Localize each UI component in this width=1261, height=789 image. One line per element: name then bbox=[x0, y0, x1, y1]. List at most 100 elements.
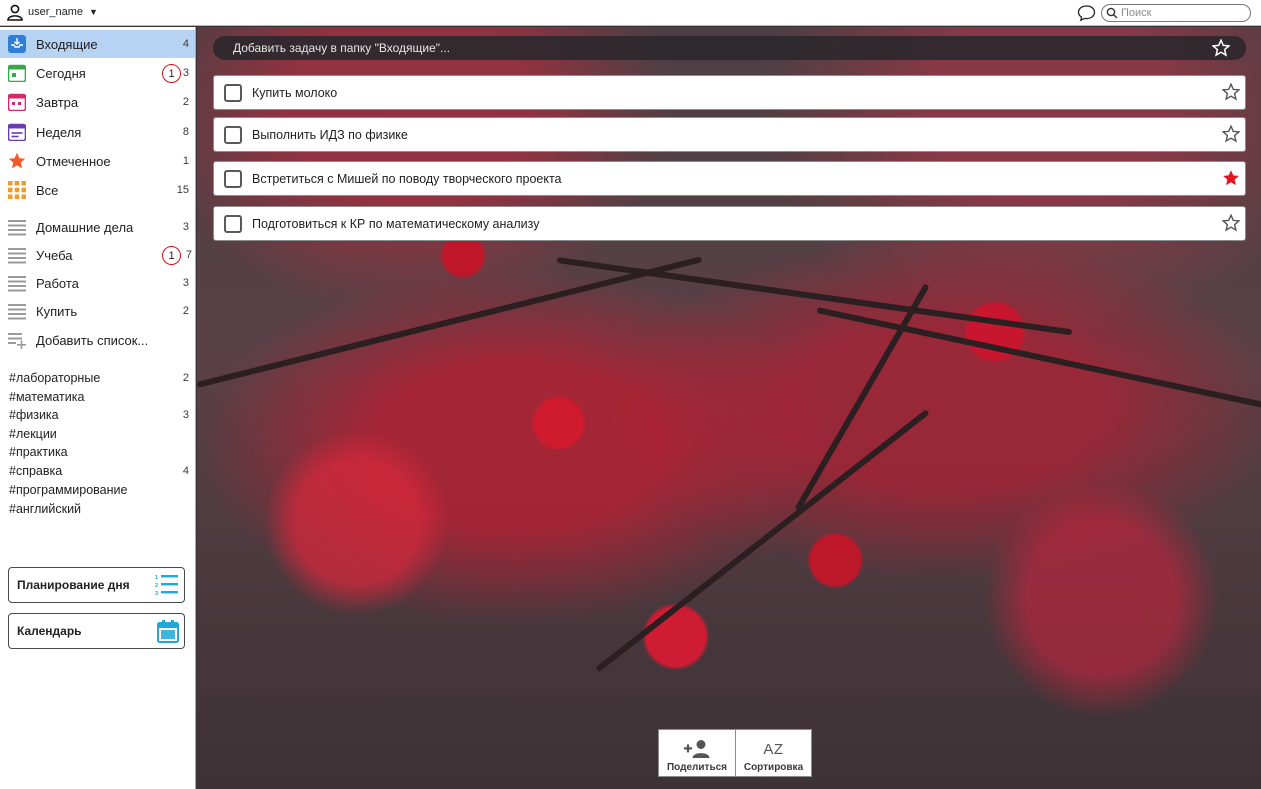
item-count: 2 bbox=[182, 305, 189, 317]
background-branch bbox=[197, 256, 703, 388]
task-row[interactable]: Подготовиться к КР по математическому ан… bbox=[213, 206, 1246, 241]
sidebar-item-list-study[interactable]: Учеба 1 7 bbox=[0, 241, 195, 269]
tag-item[interactable]: #справка 4 bbox=[9, 462, 195, 480]
task-title: Подготовиться к КР по математическому ан… bbox=[252, 216, 540, 231]
add-person-icon bbox=[684, 740, 710, 758]
star-outline-icon[interactable] bbox=[1222, 125, 1240, 143]
tag-count: 3 bbox=[182, 409, 189, 421]
search-icon bbox=[1106, 7, 1118, 19]
item-count: 1 bbox=[182, 155, 189, 167]
item-count: 4 bbox=[182, 38, 189, 50]
svg-text:2: 2 bbox=[155, 583, 158, 589]
tag-label: #физика bbox=[9, 408, 59, 422]
sidebar-item-label: Домашние дела bbox=[36, 219, 134, 235]
task-row[interactable]: Встретиться с Мишей по поводу творческог… bbox=[213, 161, 1246, 196]
sidebar-item-label: Учеба bbox=[36, 247, 73, 263]
sidebar-item-today[interactable]: Сегодня 1 3 bbox=[0, 59, 195, 87]
overdue-badge: 1 bbox=[162, 64, 181, 83]
sidebar-item-label: Входящие bbox=[36, 36, 98, 52]
background-branch bbox=[556, 257, 1073, 336]
sidebar-item-label: Купить bbox=[36, 303, 78, 319]
item-count: 2 bbox=[182, 96, 189, 108]
sidebar-item-label: Работа bbox=[36, 275, 79, 291]
day-planning-label: Планирование дня bbox=[17, 578, 130, 592]
task-area: Добавить задачу в папку "Входящие"... Ку… bbox=[197, 27, 1261, 789]
item-count: 3 bbox=[182, 277, 189, 289]
tag-item[interactable]: #практика bbox=[9, 443, 195, 461]
item-count: 3 bbox=[182, 67, 189, 79]
task-title: Купить молоко bbox=[252, 85, 338, 100]
list-icon bbox=[8, 220, 26, 236]
svg-text:1: 1 bbox=[155, 575, 158, 581]
tag-item[interactable]: #лабораторные 2 bbox=[9, 369, 195, 387]
tag-item[interactable]: #программирование bbox=[9, 481, 195, 499]
item-count: 7 bbox=[185, 249, 192, 261]
user-name: user_name bbox=[28, 6, 84, 18]
task-row[interactable]: Купить молоко bbox=[213, 75, 1246, 110]
sort-az-icon: AZ bbox=[763, 741, 784, 758]
tag-label: #математика bbox=[9, 390, 85, 404]
tag-count: 4 bbox=[182, 465, 189, 477]
user-menu[interactable]: user_name ▼ bbox=[6, 3, 98, 21]
tag-item[interactable]: #английский bbox=[9, 500, 195, 518]
sidebar-item-label: Сегодня bbox=[36, 65, 86, 81]
item-count: 3 bbox=[182, 221, 189, 233]
inbox-icon bbox=[8, 35, 26, 53]
share-button[interactable]: Поделиться bbox=[658, 729, 736, 777]
day-planning-button[interactable]: Планирование дня 1 2 3 bbox=[8, 567, 185, 603]
task-checkbox[interactable] bbox=[224, 215, 242, 233]
calendar-week-icon bbox=[8, 123, 26, 141]
sidebar-item-inbox[interactable]: Входящие 4 bbox=[0, 30, 195, 58]
tag-label: #лабораторные bbox=[9, 371, 101, 385]
star-icon bbox=[8, 152, 26, 169]
star-icon[interactable] bbox=[1212, 39, 1230, 57]
list-icon bbox=[8, 276, 26, 292]
search-input[interactable] bbox=[1121, 7, 1246, 19]
chat-icon[interactable] bbox=[1077, 4, 1096, 22]
add-list-button[interactable]: Добавить список... bbox=[0, 326, 195, 354]
tag-item[interactable]: #физика 3 bbox=[9, 406, 195, 424]
sidebar-item-list-work[interactable]: Работа 3 bbox=[0, 269, 195, 297]
sidebar-item-tomorrow[interactable]: Завтра 2 bbox=[0, 88, 195, 116]
bottom-toolbar: Поделиться AZ Сортировка bbox=[658, 729, 812, 777]
sidebar-item-label: Все bbox=[36, 182, 59, 198]
sidebar-item-all[interactable]: Все 15 bbox=[0, 176, 195, 204]
tag-label: #лекции bbox=[9, 427, 57, 441]
sidebar-item-week[interactable]: Неделя 8 bbox=[0, 118, 195, 146]
star-outline-icon[interactable] bbox=[1222, 214, 1240, 232]
tag-item[interactable]: #лекции bbox=[9, 425, 195, 443]
task-checkbox[interactable] bbox=[224, 84, 242, 102]
search-box[interactable] bbox=[1101, 4, 1251, 22]
user-icon bbox=[7, 4, 23, 21]
sidebar-item-list-home[interactable]: Домашние дела 3 bbox=[0, 213, 195, 241]
tag-label: #программирование bbox=[9, 483, 128, 497]
tag-label: #справка bbox=[9, 464, 63, 478]
svg-text:3: 3 bbox=[155, 591, 158, 597]
star-filled-icon[interactable] bbox=[1222, 169, 1240, 187]
chevron-down-icon: ▼ bbox=[89, 7, 98, 17]
add-list-label: Добавить список... bbox=[36, 332, 149, 348]
add-list-icon bbox=[8, 333, 26, 349]
tag-item[interactable]: #математика bbox=[9, 388, 195, 406]
task-title: Встретиться с Мишей по поводу творческог… bbox=[252, 171, 562, 186]
task-row[interactable]: Выполнить ИДЗ по физике bbox=[213, 117, 1246, 152]
tag-label: #практика bbox=[9, 445, 68, 459]
calendar-label: Календарь bbox=[17, 624, 82, 638]
add-task-input[interactable]: Добавить задачу в папку "Входящие"... bbox=[213, 36, 1246, 60]
sort-label: Сортировка bbox=[743, 762, 804, 773]
calendar-button[interactable]: Календарь bbox=[8, 613, 185, 649]
sidebar-item-list-buy[interactable]: Купить 2 bbox=[0, 297, 195, 325]
overdue-badge: 1 bbox=[162, 246, 181, 265]
task-checkbox[interactable] bbox=[224, 170, 242, 188]
sort-button[interactable]: AZ Сортировка bbox=[736, 729, 812, 777]
sidebar-item-label: Завтра bbox=[36, 94, 79, 110]
tag-count: 2 bbox=[182, 372, 189, 384]
share-label: Поделиться bbox=[666, 762, 727, 773]
sidebar-item-starred[interactable]: Отмеченное 1 bbox=[0, 147, 195, 175]
star-outline-icon[interactable] bbox=[1222, 83, 1240, 101]
task-checkbox[interactable] bbox=[224, 126, 242, 144]
list-icon bbox=[8, 304, 26, 320]
numbered-list-icon: 1 2 3 bbox=[155, 575, 178, 597]
sidebar: Входящие 4 Сегодня 1 3 Завтра 2 Неделя 8 bbox=[0, 27, 196, 789]
item-count: 15 bbox=[176, 184, 189, 196]
